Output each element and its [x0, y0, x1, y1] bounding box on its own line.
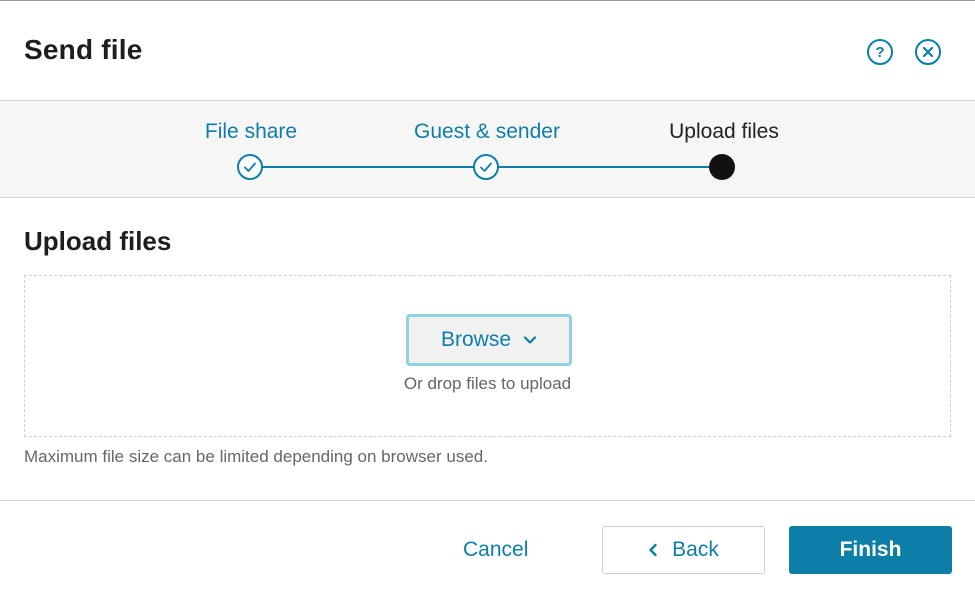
close-circle-icon — [922, 46, 934, 58]
step-marker-upload-files — [709, 154, 735, 180]
step-label-file-share[interactable]: File share — [205, 120, 297, 144]
drop-hint: Or drop files to upload — [403, 374, 572, 393]
chevron-down-icon — [523, 336, 537, 344]
chevron-left-icon — [649, 543, 657, 557]
back-button[interactable]: Back — [602, 526, 765, 574]
step-marker-guest-sender[interactable] — [473, 154, 499, 180]
footer-divider — [0, 500, 975, 501]
back-label: Back — [672, 538, 719, 561]
check-icon — [480, 162, 492, 172]
step-label-guest-sender[interactable]: Guest & sender — [414, 120, 560, 144]
browse-label: Browse — [440, 328, 512, 351]
step-connector-2 — [486, 166, 722, 168]
dialog-header: Send file ? — [0, 2, 975, 100]
progress-stepper: File share Guest & sender Upload files — [0, 100, 975, 198]
step-connector-1 — [250, 166, 486, 168]
finish-button[interactable]: Finish — [789, 526, 952, 574]
section-title: Upload files — [24, 226, 172, 256]
close-button[interactable] — [915, 39, 941, 65]
step-marker-file-share[interactable] — [237, 154, 263, 180]
browse-button[interactable]: Browse — [406, 314, 572, 366]
step-label-upload-files: Upload files — [669, 120, 779, 143]
cancel-button[interactable]: Cancel — [463, 538, 528, 562]
dialog-title: Send file — [24, 34, 143, 65]
file-dropzone[interactable]: Browse Or drop files to upload — [24, 275, 951, 437]
help-circle-icon: ? — [875, 43, 885, 61]
send-file-dialog: Send file ? File share Guest & sender Up… — [0, 0, 975, 596]
check-icon — [244, 162, 256, 172]
file-size-note: Maximum file size can be limited dependi… — [24, 447, 488, 466]
help-button[interactable]: ? — [867, 39, 893, 65]
